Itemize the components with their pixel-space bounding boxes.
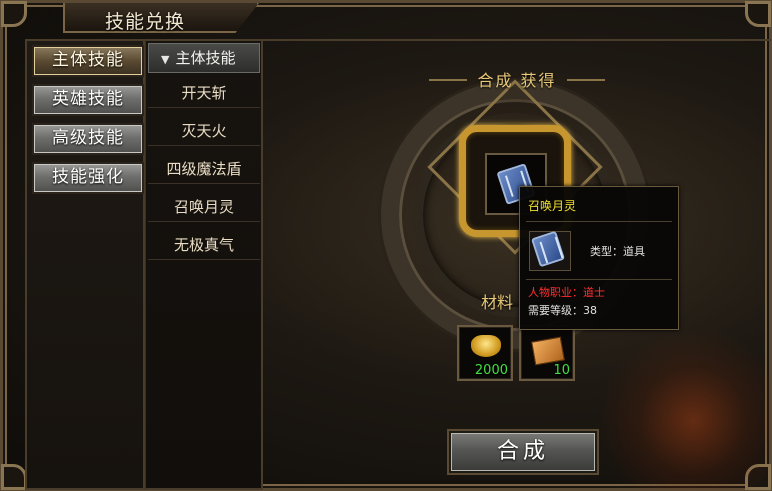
header-decoration [567, 79, 605, 81]
category-advanced-skills[interactable]: 高级技能 [32, 123, 144, 155]
frame-corner-ornament [1, 1, 27, 27]
tooltip-item-type: 类型：道具 [590, 245, 645, 258]
category-main-skills[interactable]: 主体技能 [32, 45, 144, 77]
category-panel: 主体技能 英雄技能 高级技能 技能强化 [25, 39, 145, 490]
tooltip-required-level: 需要等级：38 [528, 304, 597, 317]
window-title: 技能兑换 [105, 11, 186, 33]
tooltip-divider [526, 221, 672, 222]
skill-book-icon [531, 230, 565, 268]
material-slot[interactable]: 10 [519, 325, 575, 381]
tooltip-profession: 人物职业：道士 [528, 286, 605, 299]
gold-ingot-icon [471, 335, 501, 357]
material-slot[interactable]: 2000 [457, 325, 513, 381]
scroll-icon [531, 336, 565, 366]
material-count: 10 [553, 363, 570, 378]
category-hero-skills[interactable]: 英雄技能 [32, 84, 144, 116]
frame-corner-ornament [745, 1, 771, 27]
skill-list-item[interactable]: 无极真气 [148, 230, 260, 260]
tooltip-divider [526, 279, 672, 280]
skill-list-item[interactable]: 开天斩 [148, 78, 260, 108]
frame-corner-ornament [1, 464, 27, 490]
compose-area: 合成 获得 材料 2000 10 合成 [263, 39, 771, 490]
skill-list-header-label: 主体技能 [175, 49, 236, 67]
tooltip-item-name: 召唤月灵 [528, 199, 577, 213]
skill-list-item[interactable]: 四级魔法盾 [148, 154, 260, 184]
skill-list-item[interactable]: 灭天火 [148, 116, 260, 146]
triangle-down-icon: ▼ [161, 53, 170, 66]
category-skill-enhance[interactable]: 技能强化 [32, 162, 144, 194]
item-tooltip: 召唤月灵 类型：道具 人物职业：道士 需要等级：38 [519, 186, 679, 330]
materials-label: 材料 [481, 293, 514, 312]
skill-list-panel: ▼ 主体技能 开天斩 灭天火 四级魔法盾 召唤月灵 无极真气 [145, 39, 263, 490]
obtain-label: 合成 获得 [477, 71, 557, 90]
skill-list-item[interactable]: 召唤月灵 [148, 192, 260, 222]
skill-exchange-window: 技能兑换 主体技能 英雄技能 高级技能 技能强化 ▼ 主体技能 开天斩 灭天火 四… [0, 0, 772, 491]
skill-list-header[interactable]: ▼ 主体技能 [148, 43, 260, 73]
tooltip-item-icon-box [529, 230, 571, 271]
ember-glow [593, 331, 771, 490]
material-count: 2000 [474, 363, 508, 378]
compose-button[interactable]: 合成 [449, 431, 597, 473]
